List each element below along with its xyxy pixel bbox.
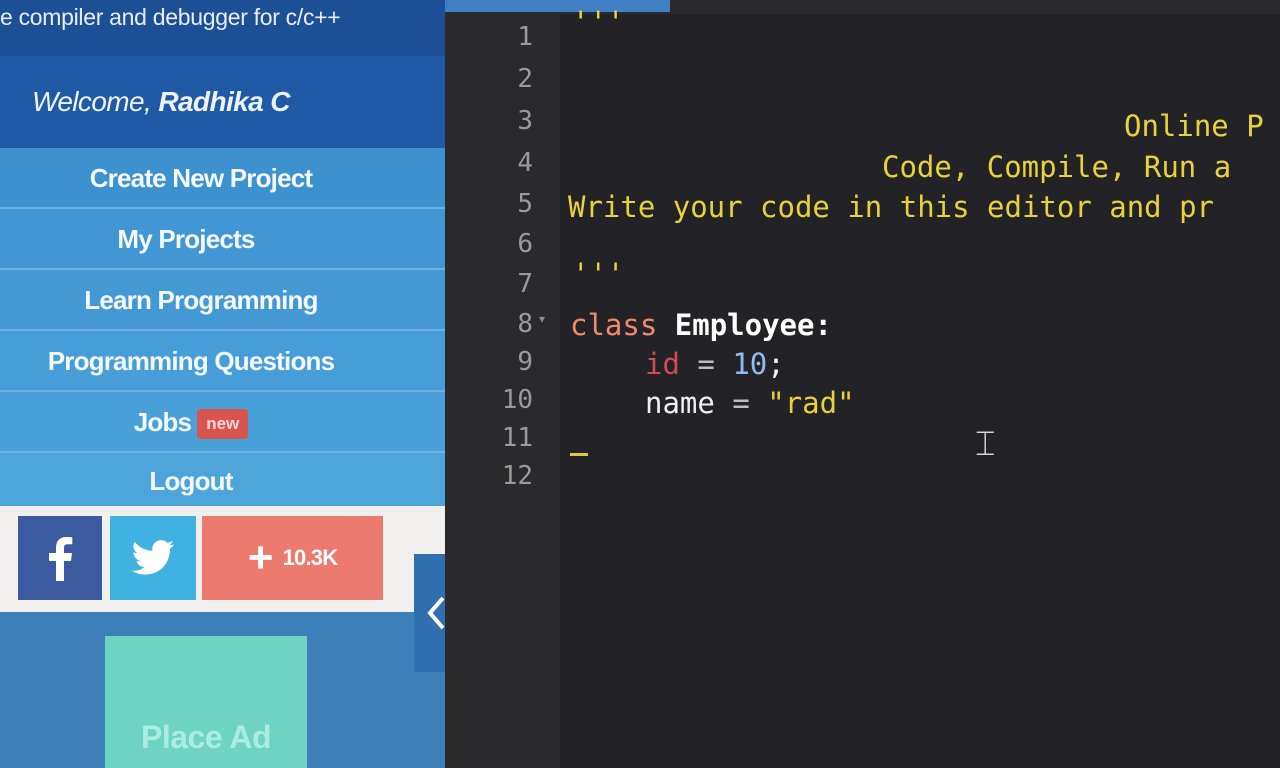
ibeam-cursor-icon: ⌶ [975, 424, 996, 464]
number-literal: 10 [732, 347, 768, 381]
menu-label: My Projects [117, 224, 255, 254]
chevron-left-icon [427, 596, 445, 630]
line-number: 2 [517, 64, 533, 94]
twitter-share-button[interactable] [110, 516, 196, 600]
site-tagline: e compiler and debugger for c/c++ [0, 0, 445, 56]
line-number: 9 [517, 347, 533, 377]
menu-label: Logout [149, 466, 233, 496]
line-number: 1 [517, 22, 533, 52]
menu-label: Programming Questions [47, 346, 335, 376]
line-number: 7 [517, 269, 533, 299]
semicolon: ; [767, 347, 785, 381]
plus-icon: + [247, 533, 274, 582]
welcome-banner: Welcome, Radhika C [0, 56, 445, 148]
operator: = [732, 386, 750, 420]
string-literal: "rad" [767, 386, 855, 420]
variable-name: name [645, 386, 715, 420]
menu-learn-programming[interactable]: Learn Programming [0, 270, 452, 331]
user-name: Radhika C [158, 86, 290, 117]
line-number: 4 [517, 148, 533, 178]
menu-label: Jobs [133, 407, 192, 437]
facebook-icon [49, 537, 73, 581]
active-file-tab[interactable] [445, 0, 670, 12]
code-line-10: name = "rad" [645, 383, 855, 423]
text-cursor [570, 453, 588, 456]
line-number: 12 [501, 461, 533, 491]
new-badge: new [197, 409, 249, 440]
menu-label: Learn Programming [84, 285, 318, 315]
menu-create-new-project[interactable]: Create New Project [0, 148, 452, 209]
line-number: 10 [501, 385, 533, 415]
line-number: 8 [517, 309, 533, 339]
code-line-1: ''' [572, 5, 625, 39]
keyword-class: class [570, 308, 658, 342]
social-share-bar: + 10.3K [0, 506, 455, 612]
menu-my-projects[interactable]: My Projects [0, 209, 452, 270]
sidebar-menu: Create New Project My Projects Learn Pro… [0, 148, 452, 509]
place-ad-banner[interactable]: Place Ad [105, 636, 307, 768]
place-ad-label: Place Ad [141, 719, 271, 755]
code-line-8: class Employee: [570, 305, 832, 345]
plus-share-button[interactable]: + 10.3K [202, 516, 383, 600]
line-number: 5 [517, 189, 533, 219]
line-number: 11 [501, 423, 533, 453]
share-count: 10.3K [282, 545, 339, 570]
sidebar: e compiler and debugger for c/c++ Welcom… [0, 0, 458, 768]
operator: = [697, 347, 715, 381]
code-line-7: ''' [572, 257, 625, 291]
variable-id: id [645, 347, 680, 381]
line-number: 3 [517, 106, 533, 136]
code-line-5: Write your code in this editor and pr [568, 190, 1215, 224]
menu-logout[interactable]: Logout [0, 453, 452, 509]
class-name: Employee: [674, 308, 832, 342]
line-number: 6 [517, 229, 533, 259]
facebook-share-button[interactable] [18, 516, 102, 600]
menu-programming-questions[interactable]: Programming Questions [0, 331, 452, 392]
menu-jobs[interactable]: Jobs new [0, 392, 452, 453]
fold-arrow-icon[interactable]: ▾ [539, 312, 545, 326]
welcome-text: Welcome, [32, 86, 159, 117]
twitter-icon [132, 540, 174, 575]
menu-label: Create New Project [89, 163, 313, 193]
code-line-9: id = 10; [645, 344, 785, 384]
code-line-3: Online P [1124, 109, 1264, 143]
code-line-4: Code, Compile, Run a [882, 150, 1232, 184]
